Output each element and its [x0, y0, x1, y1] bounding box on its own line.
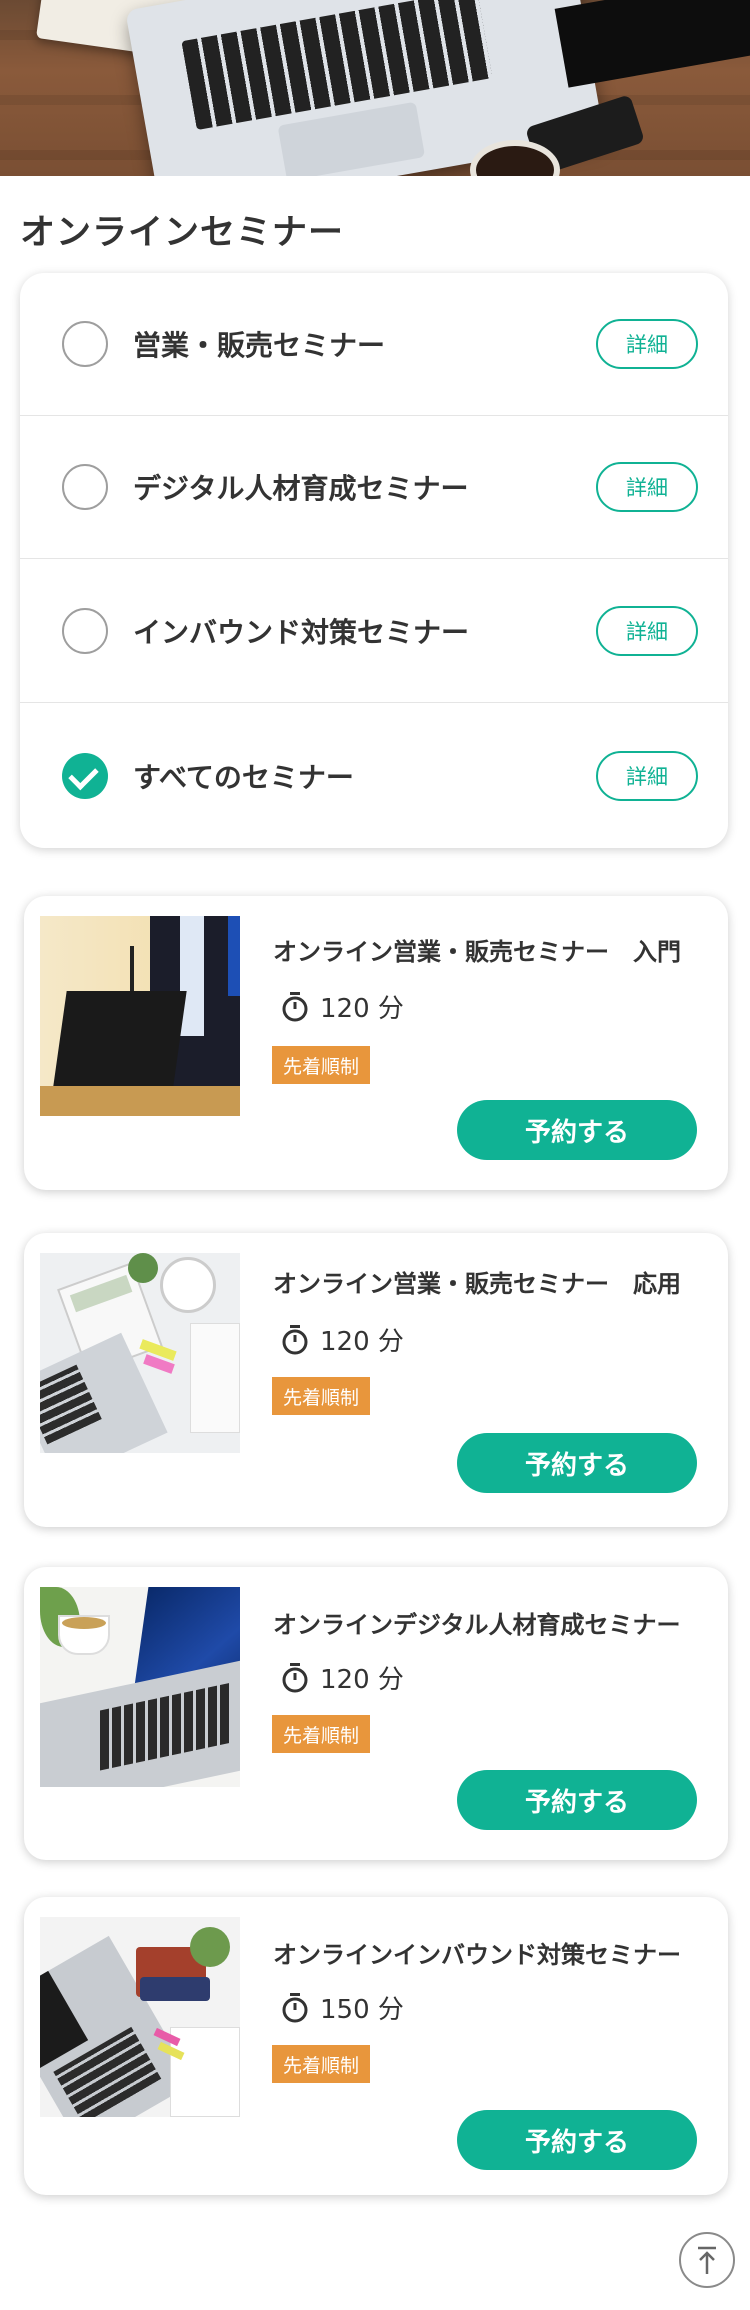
duration-text: 120 分 [320, 1327, 404, 1357]
duration: 120 分 [280, 1321, 404, 1358]
radio-button[interactable] [62, 321, 108, 367]
seminar-title: オンライン営業・販売セミナー 入門 [273, 938, 681, 966]
first-come-badge: 先着順制 [272, 1046, 371, 1084]
seminar-card: オンラインデジタル人材育成セミナー 120 分 先着順制 予約する [24, 1567, 728, 1860]
seminar-filter-list: 営業・販売セミナー 詳細 デジタル人材育成セミナー 詳細 インバウンド対策セミナ… [20, 273, 728, 848]
filter-option-inbound[interactable]: インバウンド対策セミナー 詳細 [20, 560, 728, 703]
duration: 120 分 [280, 1659, 404, 1696]
seminar-title: オンラインデジタル人材育成セミナー [273, 1611, 681, 1639]
duration-text: 150 分 [320, 1995, 404, 2025]
filter-option-all[interactable]: すべてのセミナー 詳細 [20, 704, 728, 847]
seminar-card: オンライン営業・販売セミナー 入門 120 分 先着順制 予約する [24, 896, 728, 1190]
duration-text: 120 分 [320, 994, 404, 1024]
detail-button[interactable]: 詳細 [596, 319, 698, 369]
check-icon[interactable] [62, 752, 108, 799]
page-title: オンラインセミナー [20, 213, 345, 253]
radio-button[interactable] [62, 608, 108, 654]
duration-text: 120 分 [320, 1665, 404, 1695]
desk-calculator-photo [40, 1253, 240, 1453]
reserve-button[interactable]: 予約する [457, 2110, 697, 2170]
stopwatch-icon [282, 1992, 308, 2022]
seminar-card: オンライン営業・販売セミナー 応用 120 分 先着順制 予約する [24, 1233, 728, 1527]
hero-image [0, 0, 750, 176]
stopwatch-icon [282, 1662, 308, 1692]
arrow-up-icon [698, 2246, 716, 2274]
duration: 150 分 [280, 1989, 404, 2026]
seminar-card: オンラインインバウンド対策セミナー 150 分 先着順制 予約する [24, 1897, 728, 2195]
filter-label: デジタル人材育成セミナー [133, 472, 469, 505]
lecture-photo [40, 916, 240, 1116]
reserve-button[interactable]: 予約する [457, 1100, 697, 1160]
reserve-button[interactable]: 予約する [457, 1433, 697, 1493]
seminar-title: オンライン営業・販売セミナー 応用 [273, 1270, 681, 1298]
duration: 120 分 [280, 988, 404, 1025]
reserve-button[interactable]: 予約する [457, 1770, 697, 1830]
stopwatch-icon [282, 991, 308, 1021]
back-to-top-button[interactable] [679, 2232, 735, 2288]
first-come-badge: 先着順制 [272, 1715, 371, 1753]
first-come-badge: 先着順制 [272, 2045, 371, 2083]
first-come-badge: 先着順制 [272, 1377, 371, 1415]
radio-button[interactable] [62, 464, 108, 510]
stopwatch-icon [282, 1324, 308, 1354]
filter-option-digital[interactable]: デジタル人材育成セミナー 詳細 [20, 416, 728, 559]
laptop-tea-photo [40, 1587, 240, 1787]
filter-option-sales[interactable]: 営業・販売セミナー 詳細 [20, 273, 728, 416]
seminar-title: オンラインインバウンド対策セミナー [273, 1941, 681, 1969]
filter-label: インバウンド対策セミナー [133, 616, 470, 649]
laptop-stationery-photo [40, 1917, 240, 2117]
filter-label: 営業・販売セミナー [133, 329, 386, 362]
detail-button[interactable]: 詳細 [596, 462, 698, 512]
detail-button[interactable]: 詳細 [596, 750, 698, 801]
detail-button[interactable]: 詳細 [596, 606, 698, 656]
filter-label: すべてのセミナー [133, 760, 354, 794]
